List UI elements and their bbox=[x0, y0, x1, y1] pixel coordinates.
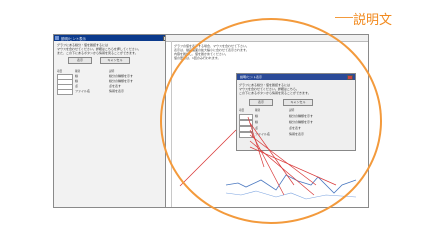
callout-label: 説明文 bbox=[353, 13, 393, 28]
highlight-ring bbox=[160, 18, 382, 224]
callout-pointer bbox=[335, 17, 353, 19]
